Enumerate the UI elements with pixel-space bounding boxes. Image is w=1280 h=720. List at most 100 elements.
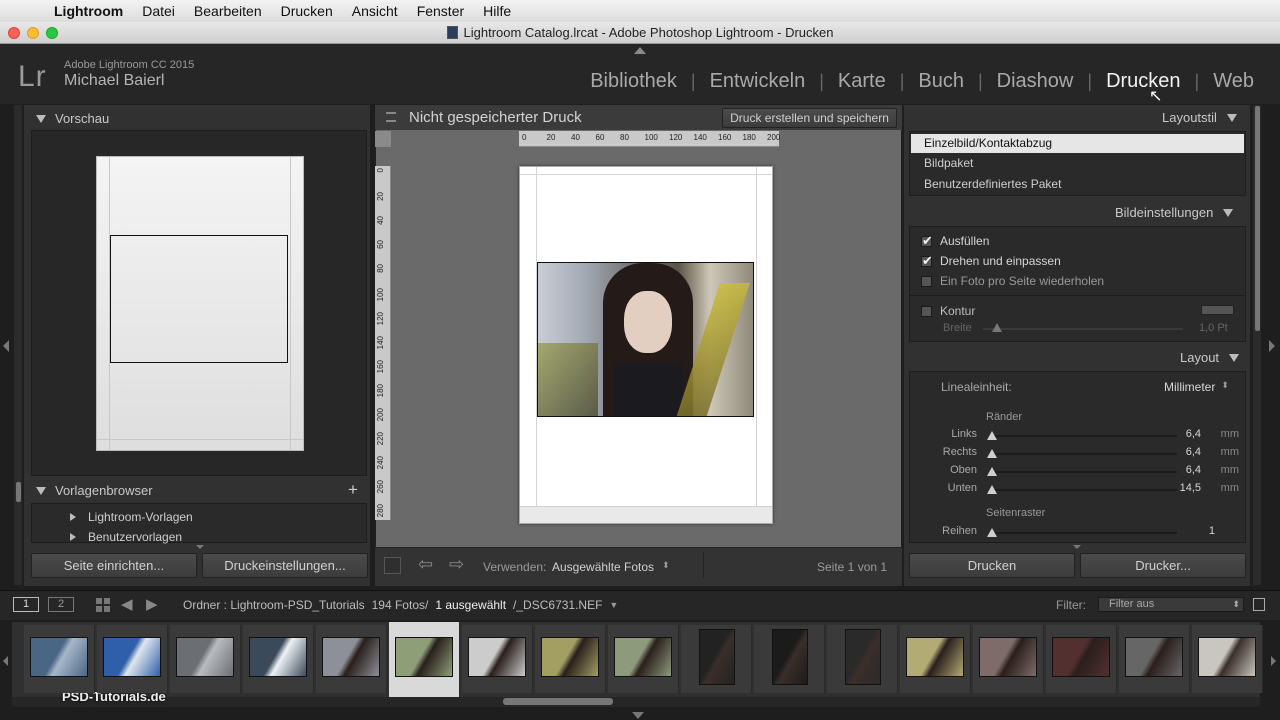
print-settings-button[interactable]: Druckeinstellungen... bbox=[202, 553, 368, 578]
save-print-button[interactable]: Druck erstellen und speichern bbox=[722, 108, 897, 128]
add-template-icon[interactable]: + bbox=[348, 480, 358, 500]
collapse-right-panel-icon[interactable] bbox=[1269, 340, 1275, 352]
right-panel-scrollbar[interactable] bbox=[1255, 106, 1260, 331]
collapse-top-panel-icon[interactable] bbox=[634, 47, 646, 54]
margin-value[interactable]: 14,5 bbox=[1180, 482, 1201, 494]
margin-slider-thumb[interactable] bbox=[987, 485, 997, 494]
filmstrip-thumbnail[interactable] bbox=[681, 625, 752, 693]
secondary-window-button[interactable]: 2 bbox=[48, 597, 74, 612]
margin-slider-thumb[interactable] bbox=[987, 431, 997, 440]
filter-select[interactable]: Filter aus ⬍ bbox=[1098, 597, 1244, 612]
collapse-bottom-panel-icon[interactable] bbox=[632, 712, 644, 719]
menu-lightroom[interactable]: Lightroom bbox=[54, 3, 123, 19]
menu-drucken[interactable]: Drucken bbox=[281, 3, 333, 19]
margin-value[interactable]: 6,4 bbox=[1186, 446, 1201, 458]
filmstrip-thumbnail[interactable] bbox=[535, 625, 606, 693]
template-folder-lightroom[interactable]: Lightroom-Vorlagen bbox=[70, 510, 193, 524]
checkbox[interactable] bbox=[921, 275, 932, 287]
ruler-unit-selector[interactable]: Millimeter ⬍ bbox=[1164, 380, 1229, 394]
option-rotate-fit[interactable]: Drehen und einpassen bbox=[921, 253, 1061, 269]
primary-window-button[interactable]: 1 bbox=[13, 597, 39, 612]
option-repeat-photo[interactable]: Ein Foto pro Seite wiederholen bbox=[921, 274, 1104, 288]
filmstrip-thumbnail[interactable] bbox=[900, 625, 971, 693]
filmstrip-thumbnail[interactable] bbox=[754, 625, 825, 693]
preview-header[interactable]: Vorschau bbox=[36, 111, 109, 126]
filmstrip-thumbnail[interactable] bbox=[827, 625, 898, 693]
module-bibliothek[interactable]: Bibliothek bbox=[576, 70, 691, 93]
margin-slider-thumb[interactable] bbox=[987, 467, 997, 476]
printer-button[interactable]: Drucker... bbox=[1080, 553, 1246, 578]
menu-bearbeiten[interactable]: Bearbeiten bbox=[194, 3, 262, 19]
option-fill[interactable]: Ausfüllen bbox=[921, 233, 989, 249]
image-settings-header[interactable]: Bildeinstellungen bbox=[1115, 205, 1234, 220]
filmstrip-thumbnail[interactable] bbox=[97, 625, 168, 693]
menu-hilfe[interactable]: Hilfe bbox=[483, 3, 511, 19]
go-forward-icon[interactable]: ▶ bbox=[146, 595, 158, 613]
zoom-window-button[interactable] bbox=[46, 27, 58, 39]
margin-value[interactable]: 6,4 bbox=[1186, 464, 1201, 476]
menu-fenster[interactable]: Fenster bbox=[417, 3, 464, 19]
filmstrip-scroll-right-icon[interactable] bbox=[1271, 656, 1276, 666]
template-browser-header[interactable]: Vorlagenbrowser bbox=[36, 483, 153, 498]
width-slider-thumb[interactable] bbox=[992, 323, 1002, 332]
previous-page-icon[interactable]: ⇦ bbox=[418, 554, 433, 575]
collapse-left-panel-icon[interactable] bbox=[3, 340, 9, 352]
margin-slider[interactable] bbox=[990, 435, 1177, 437]
filmstrip-thumbnail[interactable] bbox=[1119, 625, 1190, 693]
margin-slider[interactable] bbox=[990, 471, 1177, 473]
layout-style-custom-package[interactable]: Benutzerdefiniertes Paket bbox=[924, 177, 1061, 191]
checkbox[interactable] bbox=[921, 305, 932, 317]
filmstrip-scroll-left-icon[interactable] bbox=[3, 656, 8, 666]
menu-ansicht[interactable]: Ansicht bbox=[352, 3, 398, 19]
grid-view-icon[interactable] bbox=[96, 598, 110, 612]
left-panel-scrollbar[interactable] bbox=[16, 482, 21, 502]
module-buch[interactable]: Buch bbox=[904, 70, 978, 93]
checkbox[interactable] bbox=[921, 253, 933, 269]
page-setup-button[interactable]: Seite einrichten... bbox=[31, 553, 197, 578]
filter-lock-icon[interactable] bbox=[1253, 598, 1265, 611]
template-folder-user[interactable]: Benutzervorlagen bbox=[70, 530, 182, 544]
contour-color-swatch[interactable] bbox=[1201, 305, 1234, 315]
module-drucken[interactable]: Drucken bbox=[1092, 70, 1194, 93]
toggle-toolbar-icon[interactable] bbox=[384, 557, 401, 574]
filmstrip-thumbnail[interactable] bbox=[243, 625, 314, 693]
print-photo[interactable] bbox=[537, 262, 754, 417]
filmstrip-thumbnail[interactable] bbox=[24, 625, 95, 693]
module-web[interactable]: Web bbox=[1199, 70, 1268, 93]
rows-slider-thumb[interactable] bbox=[987, 528, 997, 537]
use-selector[interactable]: Ausgewählte Fotos ⬍ bbox=[552, 560, 670, 574]
checkbox[interactable] bbox=[921, 233, 933, 249]
rows-value[interactable]: 1 bbox=[1209, 525, 1215, 537]
layout-style-single[interactable]: Einzelbild/Kontaktabzug bbox=[911, 134, 1244, 153]
filmstrip-scrollbar[interactable] bbox=[503, 698, 613, 705]
filmstrip-thumbnail[interactable] bbox=[316, 625, 387, 693]
filmstrip-thumbnail[interactable] bbox=[1046, 625, 1117, 693]
rows-slider[interactable] bbox=[990, 532, 1177, 534]
margin-slider-thumb[interactable] bbox=[987, 449, 997, 458]
next-page-icon[interactable]: ⇨ bbox=[449, 554, 464, 575]
filmstrip-thumbnail[interactable] bbox=[973, 625, 1044, 693]
margin-slider[interactable] bbox=[990, 489, 1177, 491]
filmstrip-thumbnail[interactable] bbox=[170, 625, 241, 693]
close-window-button[interactable] bbox=[8, 27, 20, 39]
layout-header[interactable]: Layout bbox=[1180, 350, 1240, 365]
go-back-icon[interactable]: ◀ bbox=[121, 595, 133, 613]
filmstrip-thumbnail[interactable] bbox=[1192, 625, 1263, 693]
margin-value[interactable]: 6,4 bbox=[1186, 428, 1201, 440]
source-info[interactable]: Ordner : Lightroom-PSD_Tutorials 194 Fot… bbox=[183, 598, 618, 612]
filmstrip-thumbnail[interactable] bbox=[462, 625, 533, 693]
module-karte[interactable]: Karte bbox=[824, 70, 900, 93]
width-slider[interactable] bbox=[983, 328, 1183, 330]
minimize-window-button[interactable] bbox=[27, 27, 39, 39]
layout-style-package[interactable]: Bildpaket bbox=[924, 156, 973, 170]
module-diashow[interactable]: Diashow bbox=[983, 70, 1088, 93]
thumbnail-image bbox=[176, 637, 234, 677]
option-contour[interactable]: Kontur bbox=[921, 304, 975, 318]
filmstrip-thumbnail[interactable] bbox=[608, 625, 679, 693]
print-button[interactable]: Drucken bbox=[909, 553, 1075, 578]
module-entwickeln[interactable]: Entwickeln bbox=[696, 70, 820, 93]
layout-style-header[interactable]: Layoutstil bbox=[1162, 110, 1237, 125]
filmstrip-thumbnail[interactable] bbox=[389, 622, 460, 697]
menu-datei[interactable]: Datei bbox=[142, 3, 175, 19]
margin-slider[interactable] bbox=[990, 453, 1177, 455]
